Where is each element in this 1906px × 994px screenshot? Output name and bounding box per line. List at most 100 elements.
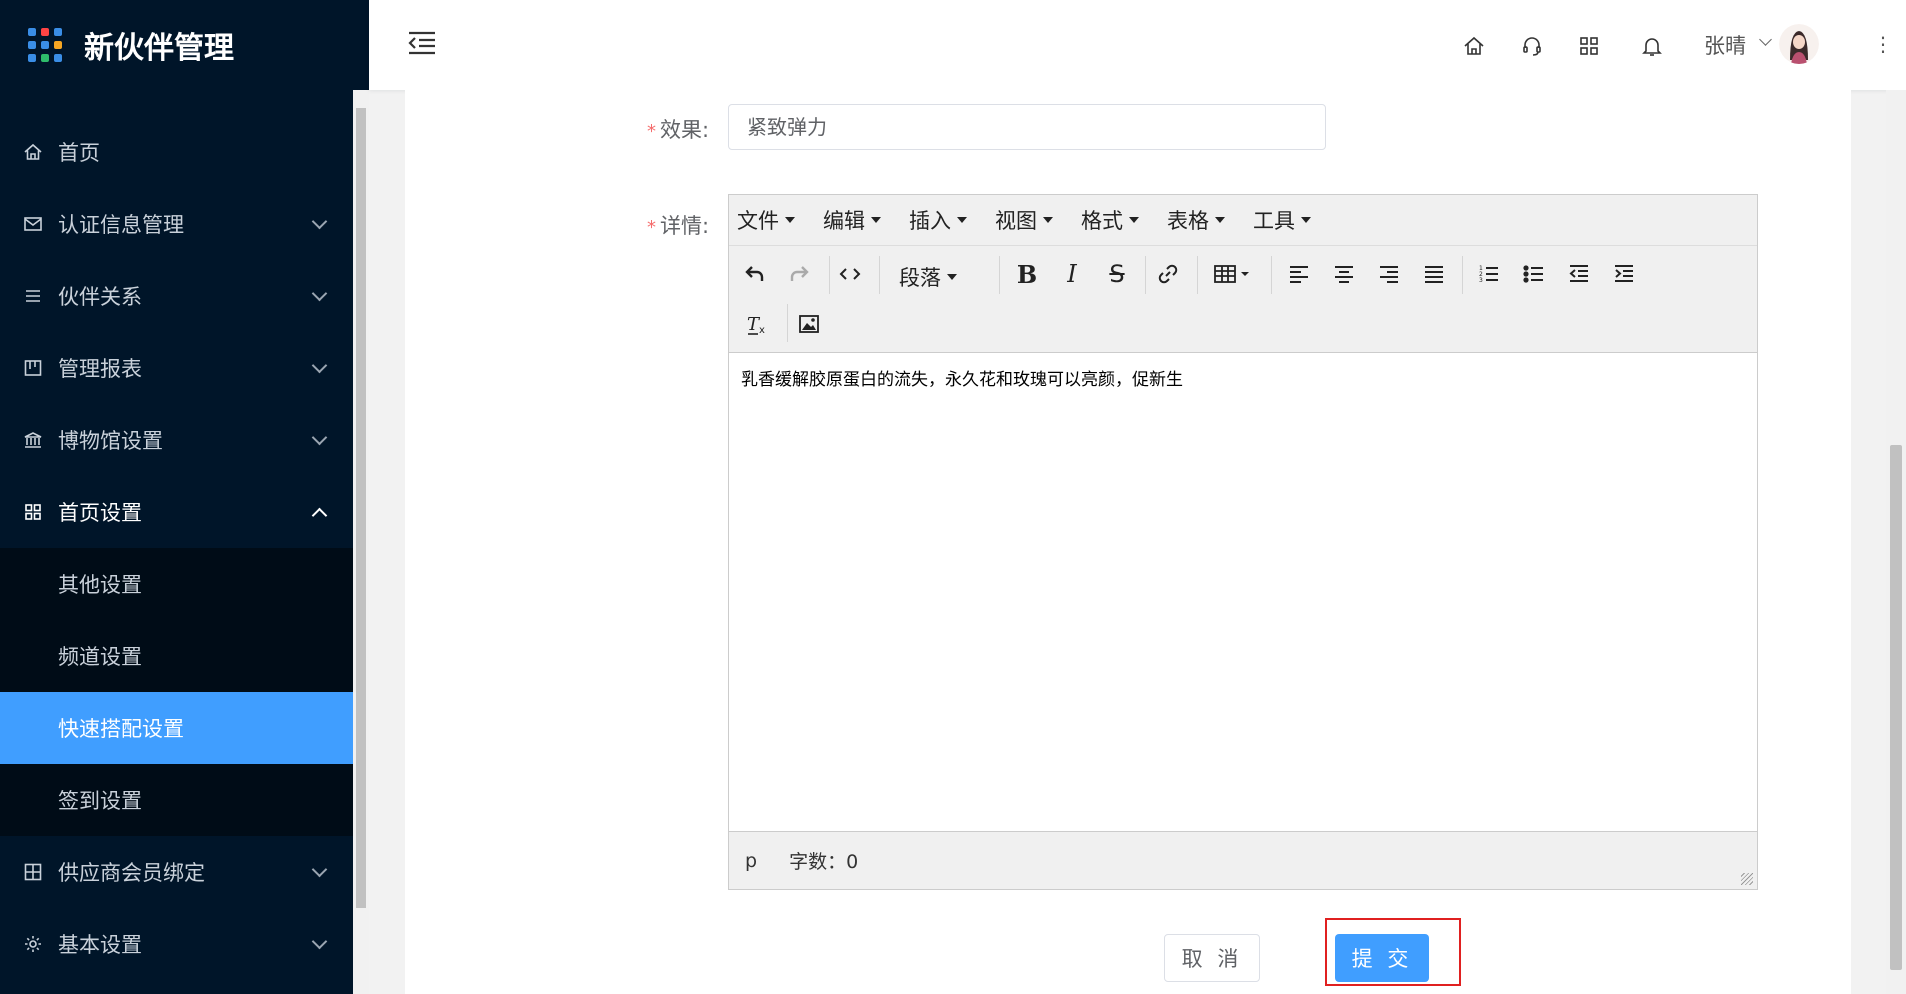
avatar[interactable] (1779, 24, 1819, 64)
apps-icon[interactable] (1576, 33, 1602, 59)
app-grid-icon (28, 28, 62, 62)
menu-table[interactable]: 表格 (1167, 205, 1225, 235)
bold-icon[interactable]: B (1009, 256, 1045, 292)
chevron-down-icon (311, 213, 328, 230)
redo-icon[interactable] (781, 256, 817, 292)
headset-icon[interactable] (1519, 33, 1545, 59)
sidebar-item-label: 首页设置 (58, 501, 142, 525)
editor-menubar: 文件 编辑 插入 视图 格式 表格 工具 (729, 195, 1757, 246)
menu-file[interactable]: 文件 (737, 205, 795, 235)
page-scrollbar[interactable] (1886, 90, 1906, 994)
sidebar-item-label: 签到设置 (58, 789, 142, 813)
sidebar-item-auth[interactable]: 认证信息管理 (0, 188, 353, 260)
chevron-down-icon (311, 285, 328, 302)
clear-format-icon[interactable]: Tx (739, 306, 775, 342)
rich-text-editor: 文件 编辑 插入 视图 格式 表格 工具 段落 B I S 123 Tx 乳香缓… (728, 194, 1758, 890)
home-icon (22, 141, 44, 163)
menu-edit[interactable]: 编辑 (823, 205, 881, 235)
collapse-menu-icon[interactable] (407, 30, 437, 56)
editor-content[interactable]: 乳香缓解胶原蛋白的流失，永久花和玫瑰可以亮颜，促新生 (729, 353, 1757, 833)
mail-icon (22, 213, 44, 235)
align-left-icon[interactable] (1281, 256, 1317, 292)
sidebar-menu: 首页 认证信息管理 伙伴关系 管理报表 博物馆设置 首页设置 其他设置 频道设置… (0, 116, 353, 980)
gear-icon (22, 933, 44, 955)
sidebar-item-label: 快速搭配设置 (58, 717, 184, 741)
chevron-down-icon (311, 357, 328, 374)
bell-icon[interactable] (1639, 33, 1665, 59)
ordered-list-icon[interactable]: 123 (1471, 256, 1507, 292)
details-label-text: 详情 (660, 214, 702, 238)
required-mark: * (647, 121, 656, 142)
sidebar-item-label: 其他设置 (58, 573, 142, 597)
sidebar-item-label: 伙伴关系 (58, 285, 142, 309)
effect-label-text: 效果 (660, 118, 702, 142)
chevron-down-icon (311, 861, 328, 878)
sidebar-subitem-channel[interactable]: 频道设置 (0, 620, 353, 692)
sidebar-item-home[interactable]: 首页 (0, 116, 353, 188)
list-icon (22, 285, 44, 307)
cancel-button[interactable]: 取 消 (1164, 934, 1260, 982)
sidebar-item-museum[interactable]: 博物馆设置 (0, 404, 353, 476)
sidebar-scrollbar[interactable] (353, 90, 369, 994)
app-title: 新伙伴管理 (84, 31, 234, 66)
resize-handle-icon[interactable] (1741, 873, 1753, 885)
image-icon[interactable] (791, 306, 827, 342)
link-icon[interactable] (1150, 256, 1186, 292)
apps-icon (22, 861, 44, 883)
sidebar-scrollbar-thumb[interactable] (356, 108, 366, 908)
sidebar-item-partner[interactable]: 伙伴关系 (0, 260, 353, 332)
sidebar-subitem-signin[interactable]: 签到设置 (0, 764, 353, 836)
details-label: * 详情: (647, 214, 710, 238)
sidebar-item-supplier-binding[interactable]: 供应商会员绑定 (0, 836, 353, 908)
chevron-up-icon (311, 507, 328, 524)
sidebar-item-label: 首页 (58, 141, 100, 165)
effect-input[interactable]: 紧致弹力 (728, 104, 1326, 150)
menu-view[interactable]: 视图 (995, 205, 1053, 235)
sidebar-item-homepage-settings[interactable]: 首页设置 (0, 476, 353, 548)
undo-icon[interactable] (737, 256, 773, 292)
align-justify-icon[interactable] (1416, 256, 1452, 292)
paragraph-select[interactable]: 段落 (899, 262, 957, 292)
page-scrollbar-thumb[interactable] (1890, 445, 1902, 970)
svg-text:x: x (759, 325, 765, 336)
element-path[interactable]: p (745, 850, 757, 872)
sidebar-item-basic-settings[interactable]: 基本设置 (0, 908, 353, 980)
sidebar-subitem-quick-match[interactable]: 快速搭配设置 (0, 692, 353, 764)
editor-statusbar: p 字数：0 (729, 831, 1757, 889)
menu-insert[interactable]: 插入 (909, 205, 967, 235)
required-mark: * (647, 217, 656, 238)
align-center-icon[interactable] (1326, 256, 1362, 292)
top-header: 张晴 ⋮ (369, 0, 1906, 90)
home-icon[interactable] (1461, 33, 1487, 59)
submit-highlight-box (1325, 918, 1461, 986)
sidebar-subitem-other[interactable]: 其他设置 (0, 548, 353, 620)
table-icon[interactable] (1209, 256, 1257, 292)
more-vertical-icon[interactable]: ⋮ (1873, 32, 1893, 56)
code-icon[interactable] (832, 256, 868, 292)
sidebar-item-label: 供应商会员绑定 (58, 861, 205, 885)
align-right-icon[interactable] (1371, 256, 1407, 292)
bullet-list-icon[interactable] (1516, 256, 1552, 292)
indent-icon[interactable] (1606, 256, 1642, 292)
strikethrough-icon[interactable]: S (1099, 256, 1135, 292)
outdent-icon[interactable] (1561, 256, 1597, 292)
menu-format[interactable]: 格式 (1081, 205, 1139, 235)
chevron-down-icon (311, 429, 328, 446)
logo: 新伙伴管理 (0, 0, 369, 90)
italic-icon[interactable]: I (1054, 256, 1090, 292)
sidebar-item-reports[interactable]: 管理报表 (0, 332, 353, 404)
menu-tools[interactable]: 工具 (1253, 205, 1311, 235)
svg-text:3: 3 (1479, 277, 1483, 284)
effect-label: * 效果: (647, 118, 710, 142)
user-name[interactable]: 张晴 (1704, 30, 1746, 60)
sidebar-item-label: 基本设置 (58, 933, 142, 957)
grid-icon (22, 501, 44, 523)
board-icon (22, 357, 44, 379)
sidebar-item-label: 认证信息管理 (58, 213, 184, 237)
chevron-down-icon[interactable] (1759, 33, 1772, 46)
sidebar-item-label: 管理报表 (58, 357, 142, 381)
chevron-down-icon (311, 933, 328, 950)
editor-text: 乳香缓解胶原蛋白的流失，永久花和玫瑰可以亮颜，促新生 (741, 370, 1183, 390)
word-count: 字数：0 (789, 851, 859, 873)
submenu: 其他设置 频道设置 快速搭配设置 签到设置 (0, 548, 353, 836)
